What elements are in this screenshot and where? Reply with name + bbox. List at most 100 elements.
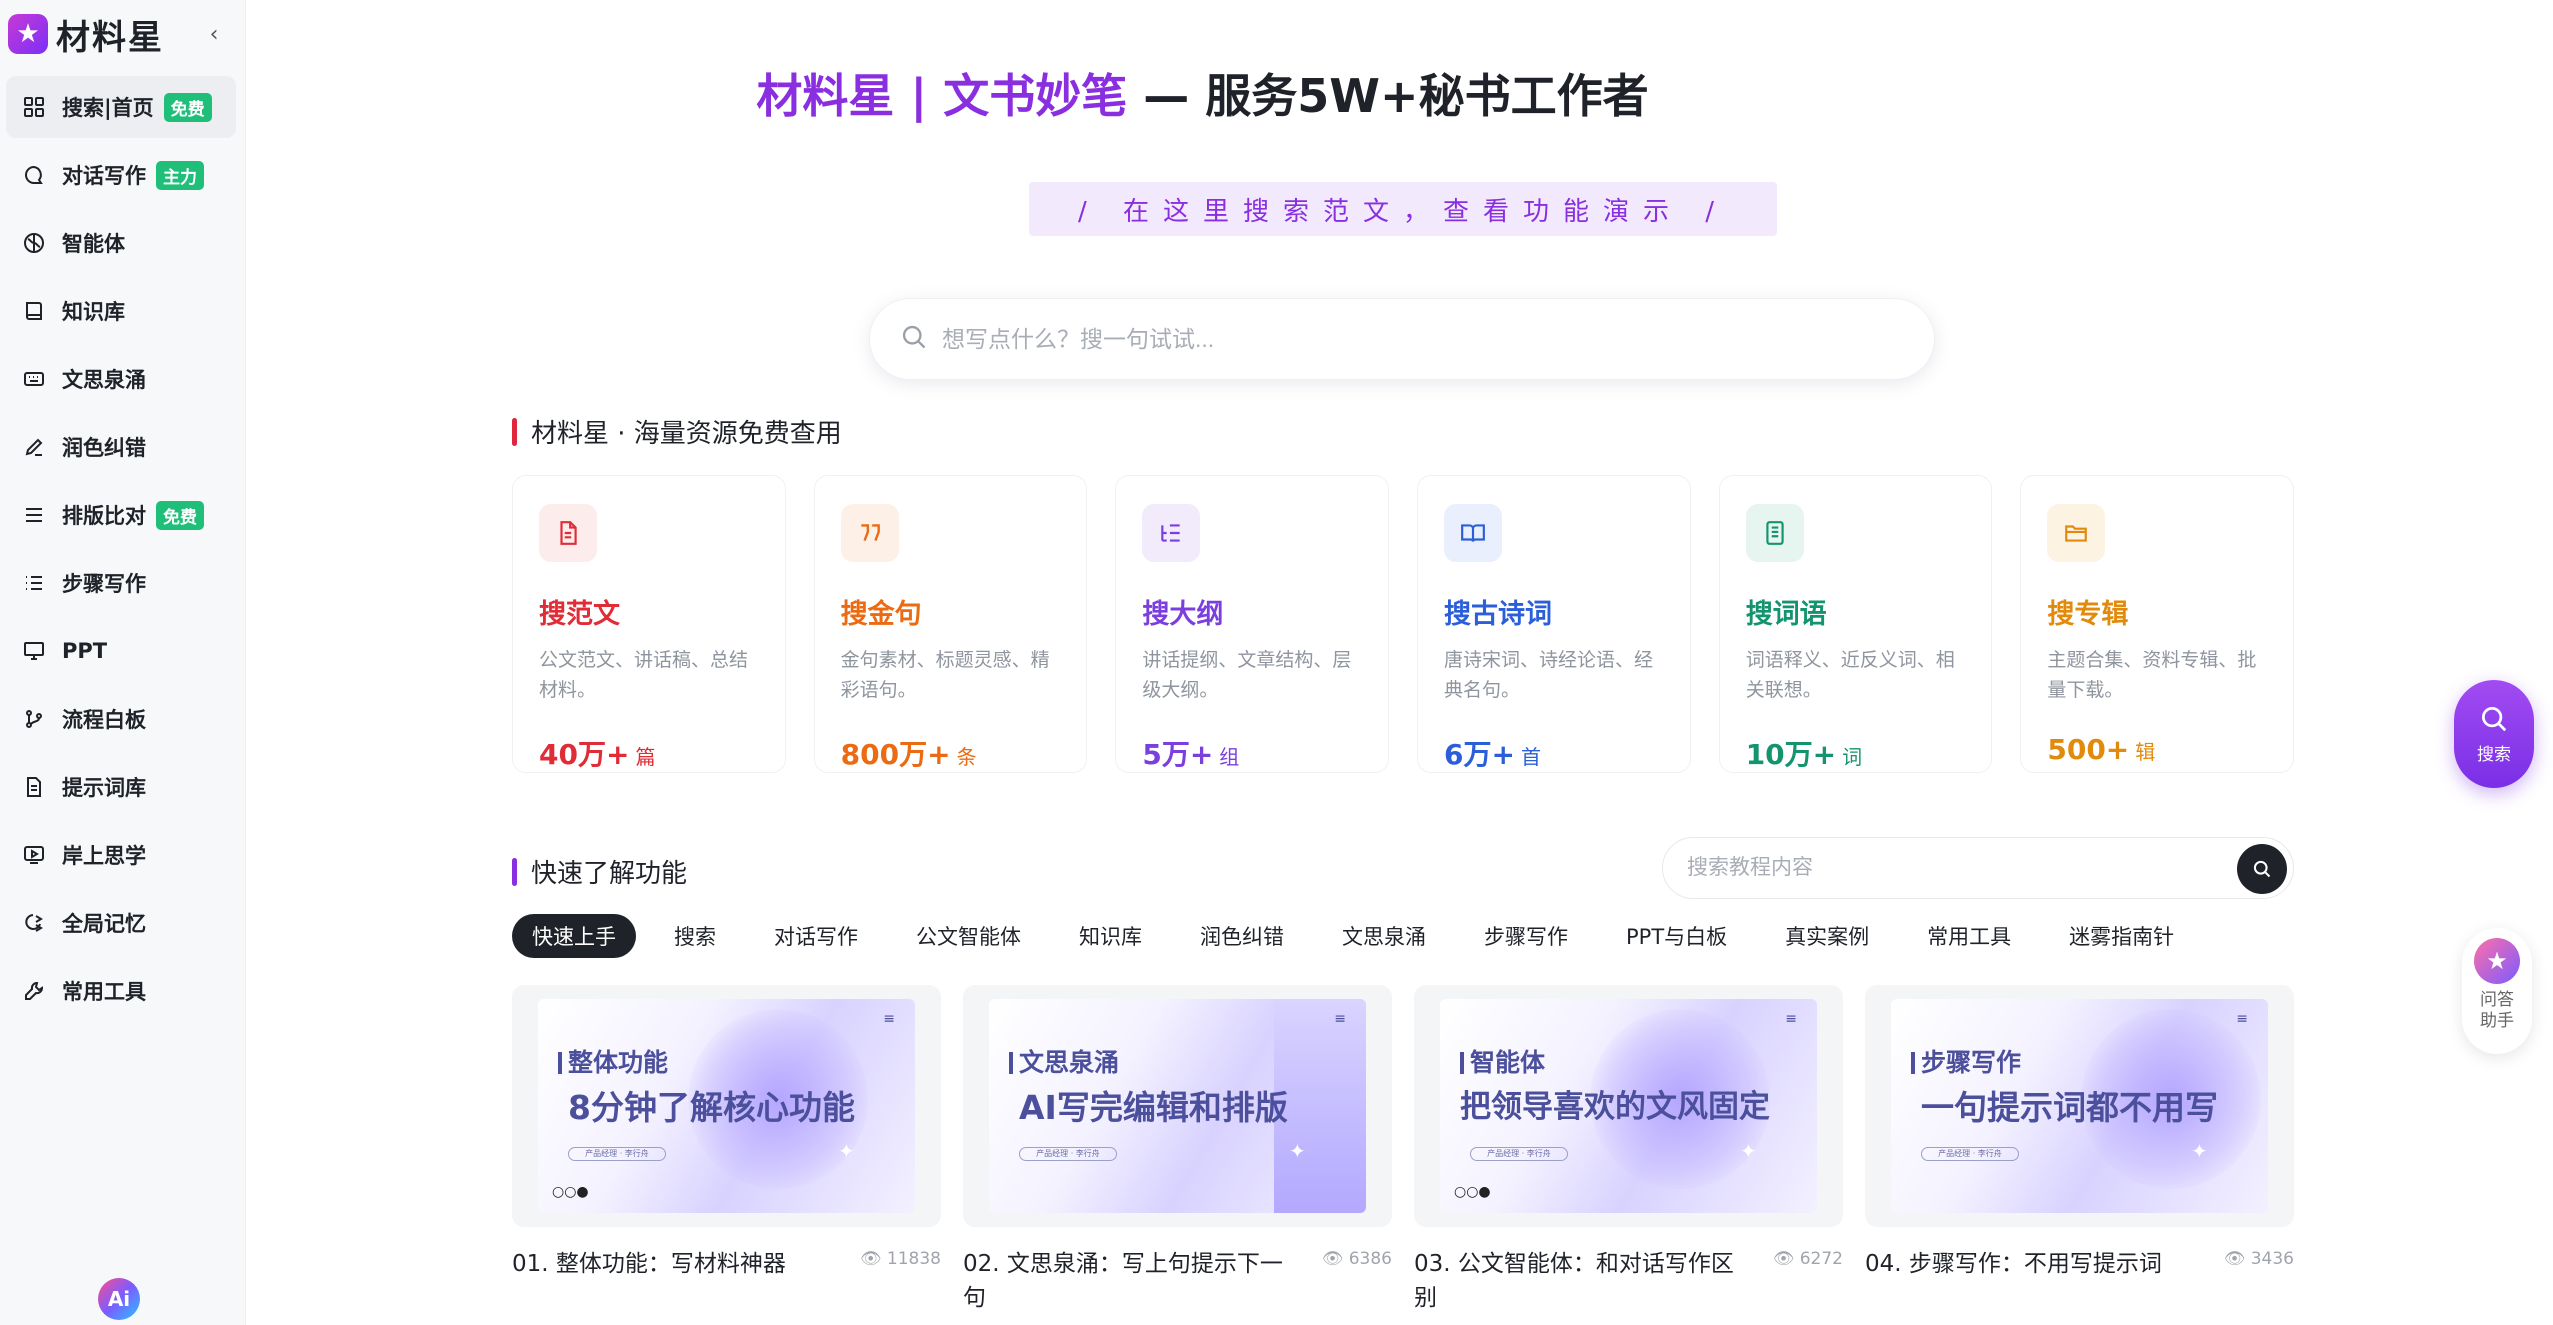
sparkle-icon: ✦ bbox=[1740, 1139, 1757, 1163]
menu-icon: ≡ bbox=[2236, 1011, 2248, 1027]
view-count: 👁 3436 bbox=[2223, 1249, 2294, 1269]
card-search-essays[interactable]: 搜范文 公文范文、讲话稿、总结材料。 40万+ 篇 bbox=[512, 475, 786, 773]
video-meta: 02. 文思泉涌：写上句提示下一句 👁 6386 bbox=[963, 1247, 1392, 1315]
tab-official-agent[interactable]: 公文智能体 bbox=[896, 914, 1041, 958]
floating-search-button[interactable]: 搜索 bbox=[2454, 680, 2534, 788]
tab-quick-start[interactable]: 快速上手 bbox=[512, 914, 636, 958]
tab-ppt-whiteboard[interactable]: PPT与白板 bbox=[1606, 914, 1747, 958]
video-thumbnail-frame[interactable]: ≡ 智能体 把领导喜欢的文风固定 产品经理 · 李行舟 ✦ ○○● bbox=[1414, 985, 1843, 1227]
sidebar-item-label: 岸上思学 bbox=[62, 844, 146, 868]
thumbnail-tag: 整体功能 bbox=[558, 1043, 668, 1079]
card-count: 40万+ 篇 bbox=[539, 733, 759, 773]
sidebar-item-agents[interactable]: 智能体 bbox=[6, 212, 236, 274]
free-badge: 免费 bbox=[156, 500, 204, 530]
sidebar-item-label: 全局记忆 bbox=[62, 912, 146, 936]
page-title-rest: — 服务5W+秘书工作者 bbox=[1127, 69, 1649, 123]
sidebar-item-chat-writing[interactable]: 对话写作 主力 bbox=[6, 144, 236, 206]
search-icon[interactable] bbox=[2237, 844, 2287, 894]
sidebar-item-memory[interactable]: 全局记忆 bbox=[6, 892, 236, 954]
video-thumbnail: ≡ 智能体 把领导喜欢的文风固定 产品经理 · 李行舟 ✦ ○○● bbox=[1440, 999, 1817, 1213]
card-search-quotes[interactable]: 搜金句 金句素材、标题灵感、精彩语句。 800万+ 条 bbox=[813, 475, 1088, 773]
thumbnail-tag: 文思泉涌 bbox=[1009, 1043, 1119, 1079]
sidebar-item-prompt-library[interactable]: 提示词库 bbox=[6, 756, 236, 818]
video-card[interactable]: ≡ 整体功能 8分钟了解核心功能 产品经理 · 李行舟 ✦ ○○● 01. 整体… bbox=[512, 985, 941, 1315]
card-search-poems[interactable]: 搜古诗词 唐诗宋词、诗经论语、经典名句。 6万+ 首 bbox=[1417, 475, 1691, 773]
resource-cards: 搜范文 公文范文、讲话稿、总结材料。 40万+ 篇 搜金句 金句素材、标题灵感、精… bbox=[512, 475, 2295, 773]
video-title[interactable]: 02. 文思泉涌：写上句提示下一句 bbox=[963, 1247, 1293, 1315]
quote-icon bbox=[840, 504, 899, 562]
video-title[interactable]: 03. 公文智能体：和对话写作区别 bbox=[1414, 1247, 1744, 1315]
card-count-unit: 条 bbox=[956, 745, 977, 769]
chevron-left-icon[interactable]: ‹ bbox=[200, 20, 228, 48]
video-title[interactable]: 01. 整体功能：写材料神器 bbox=[512, 1247, 842, 1281]
sidebar-item-step-writing[interactable]: 步骤写作 bbox=[6, 552, 236, 614]
outline-icon bbox=[1142, 504, 1201, 562]
sparkle-icon: ✦ bbox=[2191, 1139, 2208, 1163]
sidebar-item-search-home[interactable]: 搜索|首页 免费 bbox=[6, 76, 236, 138]
thumbnail-headline: 一句提示词都不用写 bbox=[1921, 1088, 2218, 1127]
brain-icon bbox=[20, 229, 48, 257]
card-count-unit: 篇 bbox=[635, 745, 656, 769]
view-count: 👁 11838 bbox=[859, 1249, 941, 1269]
tutorial-search-input[interactable] bbox=[1687, 856, 2207, 880]
tab-compass[interactable]: 迷雾指南针 bbox=[2049, 914, 2194, 958]
sidebar: ★ 材料星 ‹ 搜索|首页 免费 对话写作 主力 智能体 知识库 文思泉涌 润色… bbox=[0, 0, 246, 1325]
monitor-icon bbox=[20, 637, 48, 665]
sidebar-item-label: 对话写作 bbox=[62, 164, 146, 188]
tab-chat-writing[interactable]: 对话写作 bbox=[754, 914, 878, 958]
sidebar-item-learning[interactable]: 岸上思学 bbox=[6, 824, 236, 886]
floating-assistant-button[interactable]: ★ 问答助手 bbox=[2462, 928, 2532, 1054]
tab-wensi[interactable]: 文思泉涌 bbox=[1322, 914, 1446, 958]
card-count: 6万+ 首 bbox=[1444, 733, 1664, 773]
logo[interactable]: ★ 材料星 ‹ bbox=[8, 12, 228, 58]
sidebar-item-polish[interactable]: 润色纠错 bbox=[6, 416, 236, 478]
sidebar-item-tools[interactable]: 常用工具 bbox=[6, 960, 236, 1022]
main-search-bar[interactable] bbox=[869, 298, 1935, 380]
book-icon bbox=[20, 297, 48, 325]
tutorial-search-bar[interactable] bbox=[1662, 837, 2294, 899]
tab-polish[interactable]: 润色纠错 bbox=[1180, 914, 1304, 958]
card-search-albums[interactable]: 搜专辑 主题合集、资料专辑、批量下载。 500+ 辑 bbox=[2020, 475, 2295, 773]
video-card[interactable]: ≡ 步骤写作 一句提示词都不用写 产品经理 · 李行舟 ✦ 04. 步骤写作：不… bbox=[1865, 985, 2294, 1315]
card-title: 搜古诗词 bbox=[1444, 599, 1553, 630]
tab-knowledge[interactable]: 知识库 bbox=[1059, 914, 1162, 958]
card-title: 搜金句 bbox=[840, 599, 922, 630]
video-meta: 04. 步骤写作：不用写提示词 👁 3436 bbox=[1865, 1247, 2294, 1281]
main-content: 材料星 | 文书妙笔 — 服务5W+秘书工作者 / 在这里搜索范文，查看功能演示… bbox=[247, 0, 2553, 1325]
video-title[interactable]: 04. 步骤写作：不用写提示词 bbox=[1865, 1247, 2195, 1281]
menu-lines-icon bbox=[20, 501, 48, 529]
thumbnail-headline: 8分钟了解核心功能 bbox=[568, 1088, 855, 1127]
sparkle-icon: ✦ bbox=[838, 1139, 855, 1163]
video-card[interactable]: ≡ 文思泉涌 AI写完编辑和排版 产品经理 · 李行舟 ✦ 02. 文思泉涌：写… bbox=[963, 985, 1392, 1315]
tab-step-writing[interactable]: 步骤写作 bbox=[1464, 914, 1588, 958]
document-icon bbox=[539, 504, 597, 562]
sidebar-item-wensi[interactable]: 文思泉涌 bbox=[6, 348, 236, 410]
video-card[interactable]: ≡ 智能体 把领导喜欢的文风固定 产品经理 · 李行舟 ✦ ○○● 03. 公文… bbox=[1414, 985, 1843, 1315]
video-thumbnail-frame[interactable]: ≡ 整体功能 8分钟了解核心功能 产品经理 · 李行舟 ✦ ○○● bbox=[512, 985, 941, 1227]
card-search-words[interactable]: 搜词语 词语释义、近反义词、相关联想。 10万+ 词 bbox=[1718, 475, 1993, 773]
page-title-brand: 材料星 | 文书妙笔 bbox=[756, 69, 1128, 123]
tab-tools[interactable]: 常用工具 bbox=[1907, 914, 2031, 958]
card-count-unit: 首 bbox=[1520, 745, 1541, 769]
sidebar-item-ppt[interactable]: PPT bbox=[6, 620, 236, 682]
tab-search[interactable]: 搜索 bbox=[654, 914, 736, 958]
sidebar-item-whiteboard[interactable]: 流程白板 bbox=[6, 688, 236, 750]
sidebar-item-knowledge[interactable]: 知识库 bbox=[6, 280, 236, 342]
sidebar-item-label: 知识库 bbox=[62, 300, 125, 324]
document-icon bbox=[20, 773, 48, 801]
sidebar-item-label: PPT bbox=[62, 639, 108, 663]
sidebar-item-layout-compare[interactable]: 排版比对 免费 bbox=[6, 484, 236, 546]
search-input[interactable] bbox=[942, 325, 1842, 353]
card-search-outlines[interactable]: 搜大纲 讲话提纲、文章结构、层级大纲。 5万+ 组 bbox=[1115, 475, 1390, 773]
thumbnail-tag: 智能体 bbox=[1460, 1043, 1545, 1079]
thumbnail-presenter: 产品经理 · 李行舟 bbox=[1921, 1147, 2019, 1161]
sidebar-item-label: 搜索|首页 bbox=[62, 96, 154, 120]
thumbnail-headline: AI写完编辑和排版 bbox=[1019, 1088, 1288, 1127]
card-count-unit: 辑 bbox=[2135, 740, 2156, 764]
thumbnail-presenter: 产品经理 · 李行舟 bbox=[1019, 1147, 1117, 1161]
tab-real-cases[interactable]: 真实案例 bbox=[1765, 914, 1889, 958]
ai-badge-icon[interactable]: Ai bbox=[98, 1278, 140, 1320]
sidebar-item-label: 排版比对 bbox=[62, 504, 146, 528]
video-thumbnail-frame[interactable]: ≡ 文思泉涌 AI写完编辑和排版 产品经理 · 李行舟 ✦ bbox=[963, 985, 1392, 1227]
video-thumbnail-frame[interactable]: ≡ 步骤写作 一句提示词都不用写 产品经理 · 李行舟 ✦ bbox=[1865, 985, 2294, 1227]
